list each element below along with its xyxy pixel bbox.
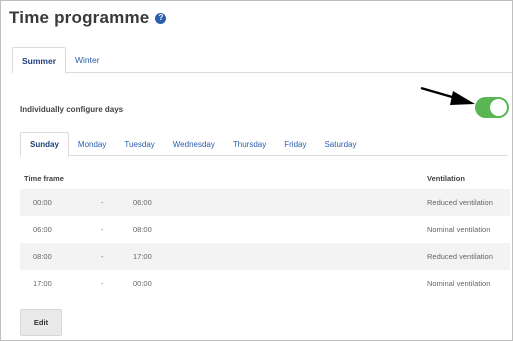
start-time: 08:00 [33, 252, 52, 261]
season-tabs: Summer Winter [12, 47, 512, 74]
tab-sunday[interactable]: Sunday [20, 132, 69, 157]
start-time: 06:00 [33, 225, 52, 234]
time-separator: - [101, 279, 104, 288]
tab-tuesday[interactable]: Tuesday [115, 132, 163, 156]
tab-summer[interactable]: Summer [12, 47, 67, 74]
time-separator: - [101, 225, 104, 234]
table-row: 08:00 - 17:00 Reduced ventilation [20, 243, 510, 270]
tab-friday[interactable]: Friday [275, 132, 315, 156]
start-time: 00:00 [33, 198, 52, 207]
tab-winter[interactable]: Winter [66, 47, 109, 73]
tab-thursday[interactable]: Thursday [224, 132, 275, 156]
time-programme-panel: Time programme ? Summer Winter Individua… [0, 0, 513, 341]
tab-saturday[interactable]: Saturday [315, 132, 365, 156]
end-time: 08:00 [133, 225, 152, 234]
page-title: Time programme [9, 8, 150, 27]
end-time: 06:00 [133, 198, 152, 207]
arrow-pointer-icon [420, 86, 475, 105]
column-header-ventilation: Ventilation [427, 174, 465, 183]
day-tabs: Sunday Monday Tuesday Wednesday Thursday… [20, 132, 508, 157]
table-row: 06:00 - 08:00 Nominal ventilation [20, 216, 510, 243]
start-time: 17:00 [33, 279, 52, 288]
column-header-time-frame: Time frame [24, 174, 64, 183]
ventilation-mode: Nominal ventilation [427, 279, 491, 288]
toggle-knob [490, 99, 507, 116]
tab-monday[interactable]: Monday [69, 132, 115, 156]
end-time: 00:00 [133, 279, 152, 288]
ventilation-mode: Nominal ventilation [427, 225, 491, 234]
edit-button[interactable]: Edit [20, 309, 62, 336]
tab-wednesday[interactable]: Wednesday [164, 132, 224, 156]
table-row: 00:00 - 06:00 Reduced ventilation [20, 189, 510, 216]
table-row: 17:00 - 00:00 Nominal ventilation [20, 270, 510, 297]
header: Time programme ? [9, 7, 167, 29]
time-separator: - [101, 252, 104, 261]
question-circle-icon[interactable]: ? [155, 12, 167, 24]
end-time: 17:00 [133, 252, 152, 261]
time-separator: - [101, 198, 104, 207]
table-header: Time frame Ventilation [20, 170, 510, 187]
individual-days-toggle[interactable] [475, 97, 509, 118]
schedule-table: 00:00 - 06:00 Reduced ventilation 06:00 … [20, 189, 510, 297]
ventilation-mode: Reduced ventilation [427, 198, 493, 207]
individual-days-label: Individually configure days [20, 105, 124, 114]
ventilation-mode: Reduced ventilation [427, 252, 493, 261]
